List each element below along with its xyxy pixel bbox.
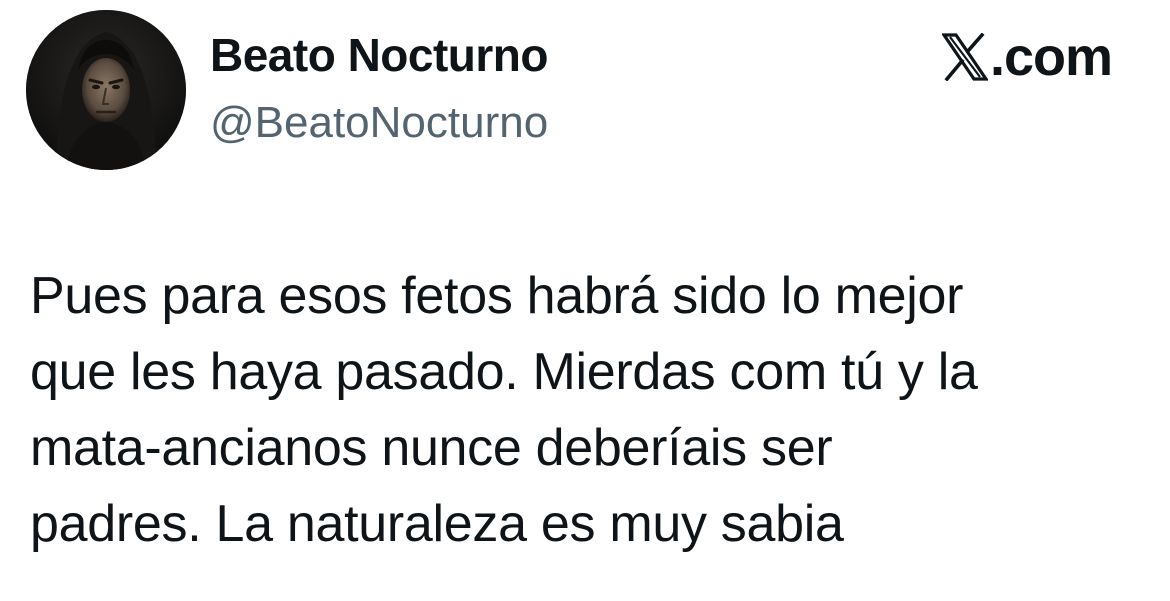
tweet-card: Beato Nocturno @BeatoNocturno .com Pues … (0, 0, 1170, 601)
display-name[interactable]: Beato Nocturno (210, 28, 549, 82)
hooded-figure-avatar-icon (26, 10, 186, 170)
brand-domain: .com (989, 27, 1113, 87)
avatar[interactable] (26, 10, 186, 170)
tweet-text: Pues para esos fetos habrá sido lo mejor… (30, 267, 978, 553)
x-logo-icon (941, 33, 988, 81)
brand-watermark: .com (941, 27, 1113, 87)
user-handle[interactable]: @BeatoNocturno (210, 98, 548, 148)
